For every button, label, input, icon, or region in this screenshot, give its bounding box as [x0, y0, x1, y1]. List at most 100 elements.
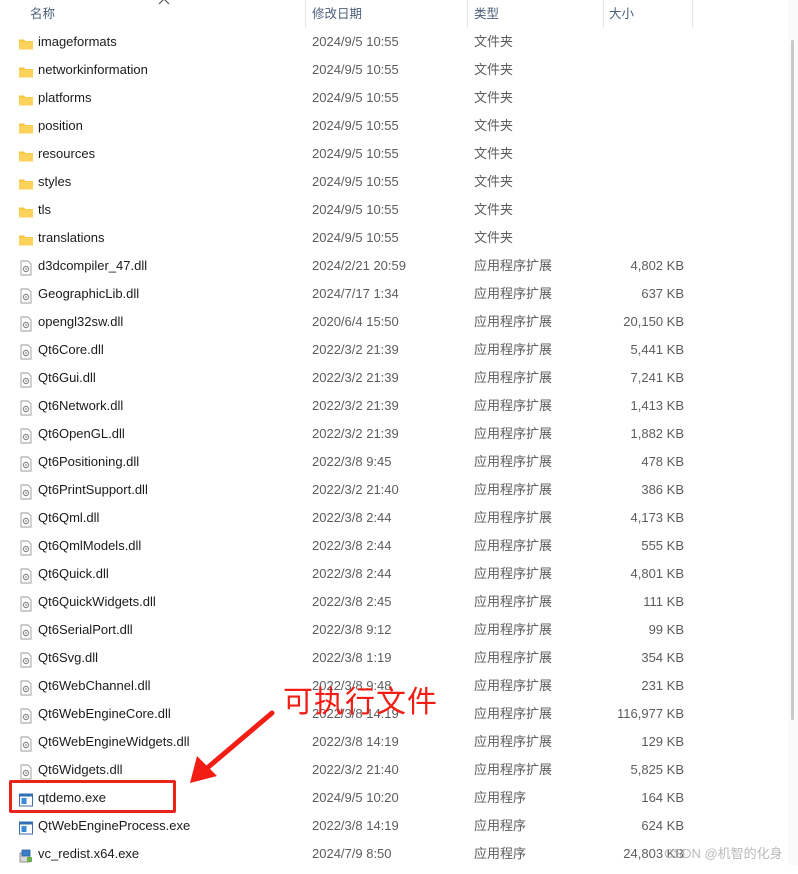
installer-icon — [18, 846, 34, 863]
file-size: 478 KB — [641, 454, 684, 469]
file-row[interactable]: Qt6Qml.dll 2022/3/8 2:44 应用程序扩展 4,173 KB — [0, 504, 798, 532]
dll-file-icon — [18, 650, 34, 668]
file-type: 文件夹 — [474, 174, 514, 189]
file-name: Qt6QmlModels.dll — [38, 538, 142, 553]
file-type: 应用程序扩展 — [474, 370, 553, 385]
file-name: Qt6Quick.dll — [38, 566, 109, 581]
file-row[interactable]: Qt6WebEngineWidgets.dll 2022/3/8 14:19 应用程… — [0, 728, 798, 756]
modified-date: 2022/3/2 21:40 — [312, 762, 399, 777]
scrollbar-thumb[interactable] — [791, 40, 794, 720]
folder-icon — [18, 62, 34, 78]
file-name: Qt6WebEngineCore.dll — [38, 706, 171, 721]
column-header-type[interactable]: 类型 — [474, 0, 499, 28]
file-row[interactable]: Qt6SerialPort.dll 2022/3/8 9:12 应用程序扩展 99 K… — [0, 616, 798, 644]
modified-date: 2022/3/8 2:45 — [312, 594, 392, 609]
file-row[interactable]: opengl32sw.dll 2020/6/4 15:50 应用程序扩展 20,150… — [0, 308, 798, 336]
dll-file-icon — [18, 342, 34, 360]
column-divider[interactable] — [603, 0, 604, 28]
file-row[interactable]: imageformats 2024/9/5 10:55 文件夹 — [0, 28, 798, 56]
file-row[interactable]: resources 2024/9/5 10:55 文件夹 — [0, 140, 798, 168]
folder-icon — [18, 146, 34, 162]
file-row[interactable]: tls 2024/9/5 10:55 文件夹 — [0, 196, 798, 224]
file-row[interactable]: Qt6QmlModels.dll 2022/3/8 2:44 应用程序扩展 555 K… — [0, 532, 798, 560]
modified-date: 2022/3/2 21:40 — [312, 482, 399, 497]
file-row[interactable]: networkinformation 2024/9/5 10:55 文件夹 — [0, 56, 798, 84]
file-row[interactable]: Qt6OpenGL.dll 2022/3/2 21:39 应用程序扩展 1,882 K… — [0, 420, 798, 448]
file-type: 应用程序扩展 — [474, 566, 553, 581]
file-size: 116,977 KB — [617, 706, 684, 721]
file-type: 文件夹 — [474, 62, 514, 77]
file-name: Qt6WebChannel.dll — [38, 678, 151, 693]
file-size: 637 KB — [641, 286, 684, 301]
file-type: 文件夹 — [474, 118, 514, 133]
file-row[interactable]: translations 2024/9/5 10:55 文件夹 — [0, 224, 798, 252]
folder-icon — [18, 90, 34, 106]
modified-date: 2024/9/5 10:55 — [312, 146, 399, 161]
file-row[interactable]: Qt6Core.dll 2022/3/2 21:39 应用程序扩展 5,441 KB — [0, 336, 798, 364]
file-type: 应用程序扩展 — [474, 482, 553, 497]
file-row[interactable]: Qt6Gui.dll 2022/3/2 21:39 应用程序扩展 7,241 KB — [0, 364, 798, 392]
file-type: 文件夹 — [474, 34, 514, 49]
file-type: 应用程序扩展 — [474, 594, 553, 609]
folder-icon — [18, 118, 34, 134]
file-row[interactable]: Qt6Network.dll 2022/3/2 21:39 应用程序扩展 1,413 … — [0, 392, 798, 420]
dll-file-icon — [18, 622, 34, 640]
modified-date: 2024/9/5 10:55 — [312, 118, 399, 133]
file-size: 555 KB — [641, 538, 684, 553]
file-row[interactable]: Qt6PrintSupport.dll 2022/3/2 21:40 应用程序扩展 3… — [0, 476, 798, 504]
file-type: 应用程序扩展 — [474, 650, 553, 665]
file-name: Qt6Svg.dll — [38, 650, 98, 665]
file-type: 应用程序扩展 — [474, 706, 553, 721]
file-type: 应用程序扩展 — [474, 510, 553, 525]
column-divider[interactable] — [467, 0, 468, 28]
column-header-size[interactable]: 大小 — [609, 0, 634, 28]
file-type: 应用程序 — [474, 818, 527, 833]
file-name: Qt6QuickWidgets.dll — [38, 594, 156, 609]
file-type: 应用程序扩展 — [474, 762, 553, 777]
sort-ascending-icon — [158, 0, 170, 5]
file-row[interactable]: position 2024/9/5 10:55 文件夹 — [0, 112, 798, 140]
file-row[interactable]: QtWebEngineProcess.exe 2022/3/8 14:19 应用程序… — [0, 812, 798, 840]
highlight-box — [9, 780, 176, 813]
file-size: 4,801 KB — [630, 566, 685, 581]
column-divider[interactable] — [692, 0, 693, 28]
file-size: 7,241 KB — [630, 370, 685, 385]
file-row[interactable]: d3dcompiler_47.dll 2024/2/21 20:59 应用程序扩展 4… — [0, 252, 798, 280]
file-row[interactable]: platforms 2024/9/5 10:55 文件夹 — [0, 84, 798, 112]
file-type: 应用程序扩展 — [474, 426, 553, 441]
file-name: Qt6Core.dll — [38, 342, 104, 357]
modified-date: 2024/9/5 10:55 — [312, 62, 399, 77]
file-name: GeographicLib.dll — [38, 286, 140, 301]
file-size: 164 KB — [641, 790, 684, 805]
watermark: CSDN @机智的化身 — [664, 846, 783, 861]
file-size: 1,413 KB — [630, 398, 685, 413]
file-size: 129 KB — [641, 734, 684, 749]
file-row[interactable]: GeographicLib.dll 2024/7/17 1:34 应用程序扩展 637… — [0, 280, 798, 308]
modified-date: 2024/9/5 10:55 — [312, 230, 399, 245]
file-name: vc_redist.x64.exe — [38, 846, 140, 861]
dll-file-icon — [18, 538, 34, 556]
column-header-name[interactable]: 名称 — [30, 0, 55, 28]
modified-date: 2024/9/5 10:55 — [312, 90, 399, 105]
file-row[interactable]: Qt6QuickWidgets.dll 2022/3/8 2:45 应用程序扩展 11… — [0, 588, 798, 616]
file-size: 4,802 KB — [630, 258, 685, 273]
file-row[interactable]: Qt6Positioning.dll 2022/3/8 9:45 应用程序扩展 478… — [0, 448, 798, 476]
column-divider[interactable] — [305, 0, 306, 28]
annotation-label: 可执行文件 — [283, 685, 438, 720]
file-type: 应用程序 — [474, 846, 527, 861]
dll-file-icon — [18, 594, 34, 612]
modified-date: 2024/7/9 8:50 — [312, 846, 392, 861]
file-name: Qt6SerialPort.dll — [38, 622, 133, 637]
file-type: 应用程序扩展 — [474, 342, 553, 357]
file-row[interactable]: Qt6Svg.dll 2022/3/8 1:19 应用程序扩展 354 KB — [0, 644, 798, 672]
file-name: QtWebEngineProcess.exe — [38, 818, 191, 833]
modified-date: 2024/2/21 20:59 — [312, 258, 406, 273]
file-name: Qt6PrintSupport.dll — [38, 482, 148, 497]
modified-date: 2022/3/8 2:44 — [312, 538, 392, 553]
modified-date: 2024/9/5 10:55 — [312, 34, 399, 49]
modified-date: 2024/9/5 10:20 — [312, 790, 399, 805]
file-type: 应用程序扩展 — [474, 734, 553, 749]
file-row[interactable]: Qt6Quick.dll 2022/3/8 2:44 应用程序扩展 4,801 KB — [0, 560, 798, 588]
column-header-date[interactable]: 修改日期 — [312, 0, 362, 28]
file-row[interactable]: styles 2024/9/5 10:55 文件夹 — [0, 168, 798, 196]
